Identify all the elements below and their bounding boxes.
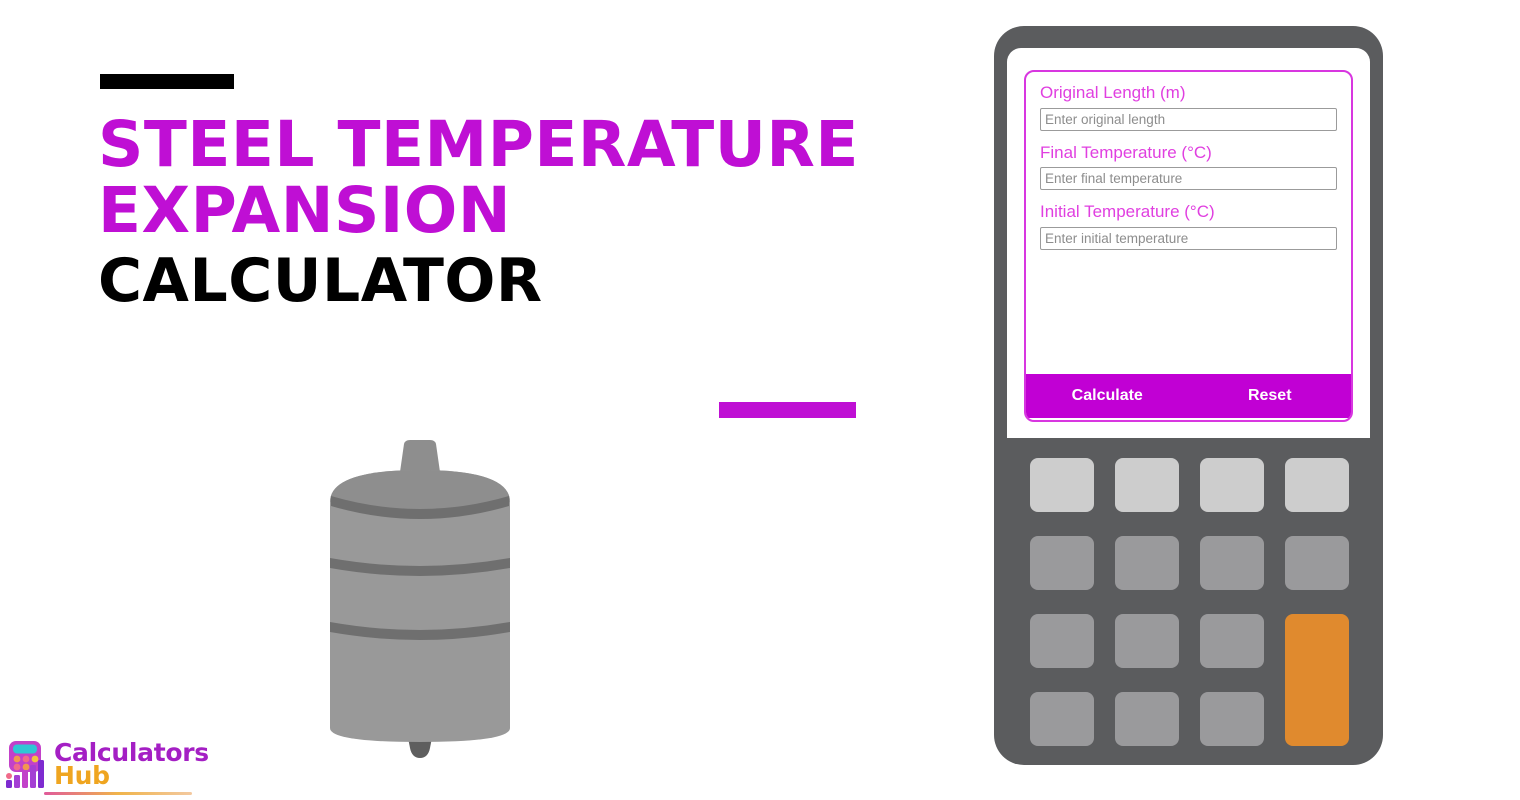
reset-button[interactable]: Reset xyxy=(1189,387,1352,405)
keypad-key[interactable] xyxy=(1285,536,1349,590)
page-title-line-3: Calculator xyxy=(98,246,543,317)
page-title: Steel Temperature Expansion Calculator xyxy=(98,108,968,317)
brand-logo[interactable]: Calculators Hub xyxy=(4,739,209,789)
black-dash-decoration xyxy=(100,74,234,89)
label-initial-temperature: Initial Temperature (°C) xyxy=(1040,202,1215,222)
calculate-button[interactable]: Calculate xyxy=(1026,387,1189,405)
keypad-key[interactable] xyxy=(1200,614,1264,668)
page-title-line-1: Steel Temperature xyxy=(98,108,859,181)
label-original-length: Original Length (m) xyxy=(1040,83,1186,102)
calculator-keypad xyxy=(1030,458,1350,748)
input-final-temperature[interactable] xyxy=(1040,167,1337,191)
keypad-key[interactable] xyxy=(1030,692,1094,746)
brand-logo-underline xyxy=(44,792,192,795)
page-title-line-2: Expansion xyxy=(98,174,512,248)
brand-word-hub: Hub xyxy=(54,761,110,790)
input-original-length[interactable] xyxy=(1040,107,1337,131)
steel-cylinder-svg xyxy=(330,440,510,758)
device-screen: Original Length (m) Final Temperature (°… xyxy=(1007,48,1370,438)
keypad-key[interactable] xyxy=(1115,458,1179,512)
keypad-key[interactable] xyxy=(1115,614,1179,668)
keypad-key[interactable] xyxy=(1115,536,1179,590)
calculator-device: Original Length (m) Final Temperature (°… xyxy=(994,26,1383,765)
input-initial-temperature[interactable] xyxy=(1040,227,1337,251)
label-final-temperature: Final Temperature (°C) xyxy=(1040,142,1212,162)
steel-cylinder-illustration xyxy=(300,430,540,780)
keypad-equals-key[interactable] xyxy=(1285,614,1349,746)
poster-canvas: Steel Temperature Expansion Calculator xyxy=(0,0,1520,800)
field-original-length: Original Length (m) xyxy=(1040,83,1337,131)
brand-logo-text: Calculators Hub xyxy=(54,739,209,790)
keypad-key[interactable] xyxy=(1200,536,1264,590)
calculator-bars-icon xyxy=(6,741,44,788)
keypad-key[interactable] xyxy=(1200,458,1264,512)
keypad-key[interactable] xyxy=(1030,458,1094,512)
promo-panel: Steel Temperature Expansion Calculator xyxy=(0,0,980,800)
expansion-calculator-form: Original Length (m) Final Temperature (°… xyxy=(1024,70,1353,422)
form-action-bar: Calculate Reset xyxy=(1026,374,1351,418)
field-final-temperature: Final Temperature (°C) xyxy=(1040,142,1337,191)
keypad-key[interactable] xyxy=(1030,536,1094,590)
field-initial-temperature: Initial Temperature (°C) xyxy=(1040,202,1337,251)
purple-dash-decoration xyxy=(719,402,856,418)
keypad-key[interactable] xyxy=(1285,458,1349,512)
keypad-key[interactable] xyxy=(1200,692,1264,746)
keypad-key[interactable] xyxy=(1115,692,1179,746)
keypad-key[interactable] xyxy=(1030,614,1094,668)
